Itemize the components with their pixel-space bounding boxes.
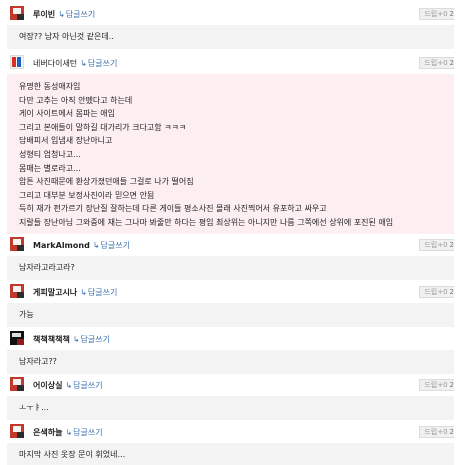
username[interactable]: MarkAlmond ↳답글쓰기 [33,240,130,251]
comment-body: 유명한 동성애자임 다만 고추는 아직 안뗐다고 하는데 게이 사이트에서 몸파… [7,74,460,236]
comment-header: 어이상실 ↳답글쓰기 드립+0 2 [7,374,460,396]
comment-header: 은색하늘 ↳답글쓰기 드립+0 2 [7,421,460,443]
comment-header: 루이빈 ↳답글쓰기 드립+0 2 [7,3,460,25]
comment-body: 남자라고라고라? [7,256,460,280]
reply-link[interactable]: ↳답글쓰기 [93,241,130,250]
comment-body: 가능 [7,303,460,327]
comment-text: 그리고 본애들이 말하길 대가리가 크다고함 ㅋㅋㅋ [19,122,187,132]
reply-link[interactable]: ↳답글쓰기 [73,335,110,344]
username[interactable]: 루이빈 ↳답글쓰기 [33,9,95,20]
avatar[interactable] [10,284,24,298]
comment-text: 그리고 대부분 보정사진이라 믿으면 안됨 [19,190,155,200]
comment: 루이빈 ↳답글쓰기 드립+0 2 여장?? 남자 아닌것 같은데.. [7,3,460,49]
reply-link[interactable]: ↳답글쓰기 [65,428,102,437]
avatar[interactable] [10,6,24,20]
reply-arrow-icon: ↳ [92,241,100,250]
comment-text: 마지막 사진 옷장 문이 휘었네... [19,450,126,459]
comment: 어이상실 ↳답글쓰기 드립+0 2 ㅗㅜㅑ... [7,374,460,420]
comment-body: 여장?? 남자 아닌것 같은데.. [7,25,460,49]
comment-header: 게피말고시나 ↳답글쓰기 드립+0 2 [7,281,460,303]
reply-arrow-icon: ↳ [65,428,73,437]
comment-text: 암튼 사진때문에 환상가졌던애들 그걸로 나가 떨어짐 [19,177,194,187]
username[interactable]: 은색하늘 ↳답글쓰기 [33,427,103,438]
comment: MarkAlmond ↳답글쓰기 드립+0 2 남자라고라고라? [7,234,460,280]
username[interactable]: 어이상실 ↳답글쓰기 [33,380,103,391]
comment-text: 성형티 엄청나고... [19,149,81,159]
comment-body: ㅗㅜㅑ... [7,396,460,420]
comment-text: 몸매는 별로라고... [19,163,81,173]
avatar[interactable] [10,55,24,69]
comment: 게피말고시나 ↳답글쓰기 드립+0 2 가능 [7,281,460,327]
comment-header: 책책책책책 ↳답글쓰기 [7,328,460,350]
reply-link[interactable]: ↳답글쓰기 [80,288,117,297]
avatar[interactable] [10,377,24,391]
comment-text: 여장?? 남자 아닌것 같은데.. [19,32,114,41]
reply-arrow-icon: ↳ [80,288,87,297]
comment-text: 게이 사이트에서 몸파는 애임 [19,109,115,119]
comment-text: 담배피서 입냄새 장난아니고 [19,136,113,146]
reply-arrow-icon: ↳ [65,381,73,390]
reply-link[interactable]: ↳답글쓰기 [80,59,117,68]
reply-arrow-icon: ↳ [58,10,65,19]
username[interactable]: 네버다이새턴 ↳답글쓰기 [33,58,117,69]
comment-text: 유명한 동성애자임 [19,82,81,91]
comment-text: 다만 고추는 아직 안뗐다고 하는데 [19,95,133,105]
avatar[interactable] [10,424,24,438]
comment-text: ㅗㅜㅑ... [19,403,49,412]
comment-body: 마지막 사진 옷장 문이 휘었네... [7,443,460,465]
avatar[interactable] [10,331,24,345]
right-edge [454,0,460,465]
comment: 네버다이새턴 ↳답글쓰기 드립+0 2 유명한 동성애자임 다만 고추는 아직 안뗐… [7,52,460,236]
comment-text: 가능 [19,310,34,319]
comment-text: 득히 재가 펀가르기 장난질 잘하는데 다른 게이들 평소사진 몰래 사진찍어서… [19,204,327,214]
comment-header: 네버다이새턴 ↳답글쓰기 드립+0 2 [7,52,460,74]
reply-arrow-icon: ↳ [80,59,87,68]
comment-text: 지랄들 장난아님 그와중에 재는 그나마 봐줄만 하다는 평임 최상위는 아니지… [19,217,394,227]
comment-body: 남자라고?? [7,350,460,374]
comment: 은색하늘 ↳답글쓰기 드립+0 2 마지막 사진 옷장 문이 휘었네... [7,421,460,465]
username[interactable]: 책책책책책 ↳답글쓰기 [33,334,110,345]
comment-header: MarkAlmond ↳답글쓰기 드립+0 2 [7,234,460,256]
comment-text: 남자라고?? [19,357,57,366]
reply-link[interactable]: ↳답글쓰기 [65,381,102,390]
avatar[interactable] [10,237,24,251]
username[interactable]: 게피말고시나 ↳답글쓰기 [33,287,117,298]
comment: 책책책책책 ↳답글쓰기 남자라고?? [7,328,460,374]
reply-arrow-icon: ↳ [72,335,80,344]
comment-text: 남자라고라고라? [19,263,75,272]
reply-link[interactable]: ↳답글쓰기 [58,10,95,19]
